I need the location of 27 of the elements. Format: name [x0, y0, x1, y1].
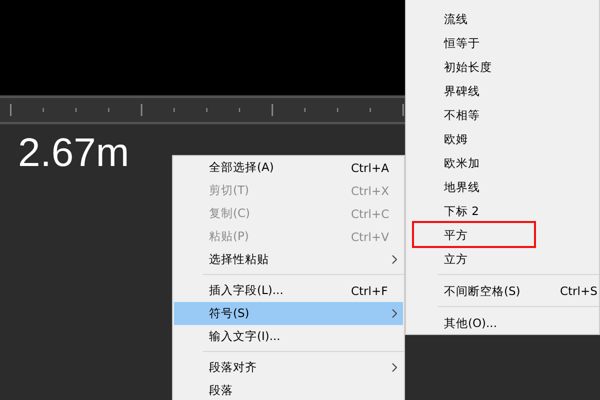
menu-item[interactable]: 地界线	[407, 175, 598, 199]
menu-item[interactable]: 其他(O)...	[407, 311, 598, 334]
shortcut-text: Ctrl+V	[351, 230, 389, 244]
menu-item[interactable]: 段落	[174, 379, 403, 400]
shortcut-text: Ctrl+X	[351, 184, 389, 198]
menu-item[interactable]: 恒等于	[407, 31, 598, 55]
menu-item[interactable]: 流线	[407, 7, 598, 31]
shortcut-text: Ctrl+A	[351, 160, 389, 174]
menu-item[interactable]: 初始长度	[407, 55, 598, 79]
menu-item[interactable]: 不间断空格(S) Ctrl+S	[407, 279, 598, 303]
menu-item[interactable]: 欧米加	[407, 151, 598, 175]
measurement-text: 2.67m	[18, 131, 130, 175]
menu-item[interactable]: 输入文字(I)...	[174, 325, 403, 348]
menu-item[interactable]: 选择性粘贴	[174, 248, 403, 271]
menu-item[interactable]: 全部选择(A) Ctrl+A	[174, 156, 403, 179]
shortcut-text: Ctrl+S	[560, 284, 598, 298]
menu-item[interactable]: 欧姆	[407, 127, 598, 151]
menu-item[interactable]: 下标 2	[407, 199, 598, 223]
shortcut-text: Ctrl+C	[351, 206, 390, 220]
menu-item[interactable]: 段落对齐	[174, 356, 403, 379]
menu-item[interactable]: 插入字段(L)... Ctrl+F	[174, 279, 403, 302]
shortcut-text: Ctrl+F	[351, 284, 388, 298]
menu-item[interactable]: 符号(S)	[174, 302, 403, 325]
menu-item[interactable]: 界碑线	[407, 79, 598, 103]
menu-item[interactable]: 不相等	[407, 103, 598, 127]
menu-item[interactable]: 立方	[407, 247, 598, 271]
menu-item[interactable]: 平方	[407, 223, 598, 247]
